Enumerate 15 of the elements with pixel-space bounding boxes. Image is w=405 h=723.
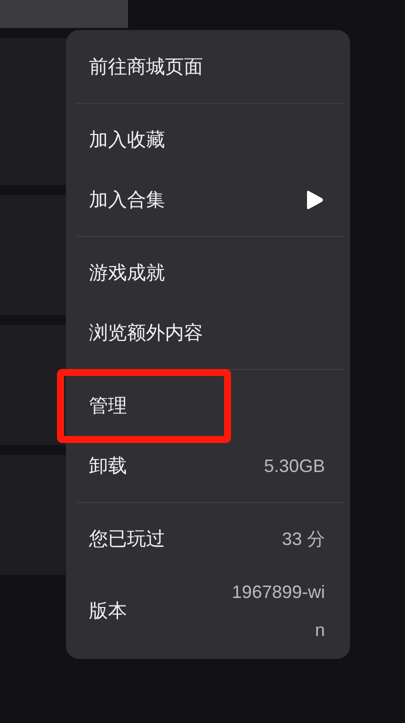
menu-item-label: 版本 xyxy=(89,599,127,624)
menu-item-label: 您已玩过 xyxy=(89,527,165,552)
menu-item[interactable]: 前往商城页面 xyxy=(66,37,350,97)
menu-item[interactable]: 游戏成就 xyxy=(66,243,350,303)
menu-item-value: 33 分 xyxy=(280,528,325,551)
menu-item[interactable]: 浏览额外内容 xyxy=(66,303,350,363)
menu-item[interactable]: 您已玩过 33 分 xyxy=(66,509,350,569)
menu-item-label: 卸载 xyxy=(89,454,127,479)
menu-item[interactable]: 版本 1967899-win xyxy=(66,569,350,653)
menu-item[interactable]: 卸载 5.30GB xyxy=(66,436,350,496)
menu-item[interactable]: 加入合集 xyxy=(66,170,350,230)
menu-item-value: 5.30GB xyxy=(262,455,325,478)
menu-item-value: 1967899-win xyxy=(230,581,325,642)
menu-item[interactable]: 管理 xyxy=(66,376,350,436)
menu-item[interactable]: 加入收藏 xyxy=(66,110,350,170)
